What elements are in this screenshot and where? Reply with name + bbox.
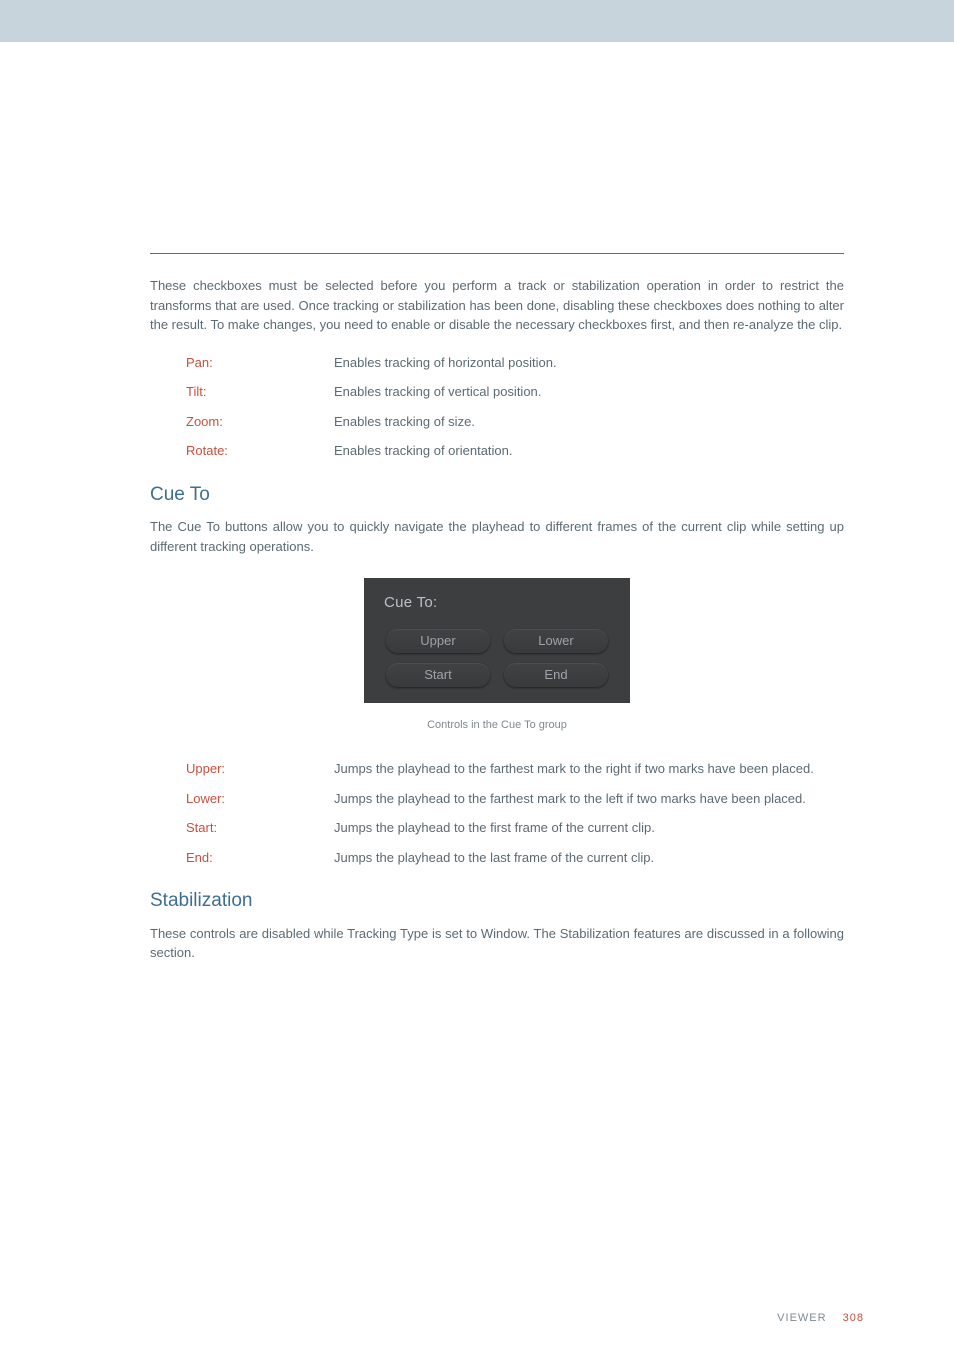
def-desc: Jumps the playhead to the first frame of… (334, 818, 844, 838)
def-pan: Pan: Enables tracking of horizontal posi… (186, 353, 844, 373)
stabilization-paragraph: These controls are disabled while Tracki… (150, 924, 844, 963)
start-button[interactable]: Start (386, 663, 490, 687)
def-term: Upper: (186, 759, 334, 779)
heading-stabilization: Stabilization (150, 887, 844, 916)
cue-to-panel: Cue To: Upper Lower Start End (364, 578, 630, 703)
def-desc: Enables tracking of vertical position. (334, 382, 844, 402)
def-term: Lower: (186, 789, 334, 809)
def-desc: Enables tracking of orientation. (334, 441, 844, 461)
cue-to-definitions: Upper: Jumps the playhead to the farthes… (186, 759, 844, 867)
def-lower: Lower: Jumps the playhead to the farthes… (186, 789, 844, 809)
figure-caption: Controls in the Cue To group (150, 717, 844, 734)
def-term: End: (186, 848, 334, 868)
def-term: Zoom: (186, 412, 334, 432)
def-zoom: Zoom: Enables tracking of size. (186, 412, 844, 432)
def-desc: Enables tracking of size. (334, 412, 844, 432)
panel-title: Cue To: (384, 592, 616, 615)
tracking-definitions: Pan: Enables tracking of horizontal posi… (186, 353, 844, 461)
header-band (0, 0, 954, 42)
def-desc: Enables tracking of horizontal position. (334, 353, 844, 373)
def-start: Start: Jumps the playhead to the first f… (186, 818, 844, 838)
def-upper: Upper: Jumps the playhead to the farthes… (186, 759, 844, 779)
end-button[interactable]: End (504, 663, 608, 687)
intro-paragraph: These checkboxes must be selected before… (150, 276, 844, 335)
def-end: End: Jumps the playhead to the last fram… (186, 848, 844, 868)
heading-cue-to: Cue To (150, 481, 844, 510)
def-term: Tilt: (186, 382, 334, 402)
def-rotate: Rotate: Enables tracking of orientation. (186, 441, 844, 461)
upper-button[interactable]: Upper (386, 629, 490, 653)
def-tilt: Tilt: Enables tracking of vertical posit… (186, 382, 844, 402)
def-desc: Jumps the playhead to the farthest mark … (334, 789, 844, 809)
def-desc: Jumps the playhead to the last frame of … (334, 848, 844, 868)
page-footer: VIEWER 308 (0, 1310, 954, 1327)
def-term: Start: (186, 818, 334, 838)
cue-to-paragraph: The Cue To buttons allow you to quickly … (150, 517, 844, 556)
def-term: Rotate: (186, 441, 334, 461)
def-term: Pan: (186, 353, 334, 373)
footer-section: VIEWER (777, 1312, 826, 1324)
horizontal-rule (150, 253, 844, 254)
def-desc: Jumps the playhead to the farthest mark … (334, 759, 844, 779)
lower-button[interactable]: Lower (504, 629, 608, 653)
footer-page: 308 (843, 1312, 864, 1324)
